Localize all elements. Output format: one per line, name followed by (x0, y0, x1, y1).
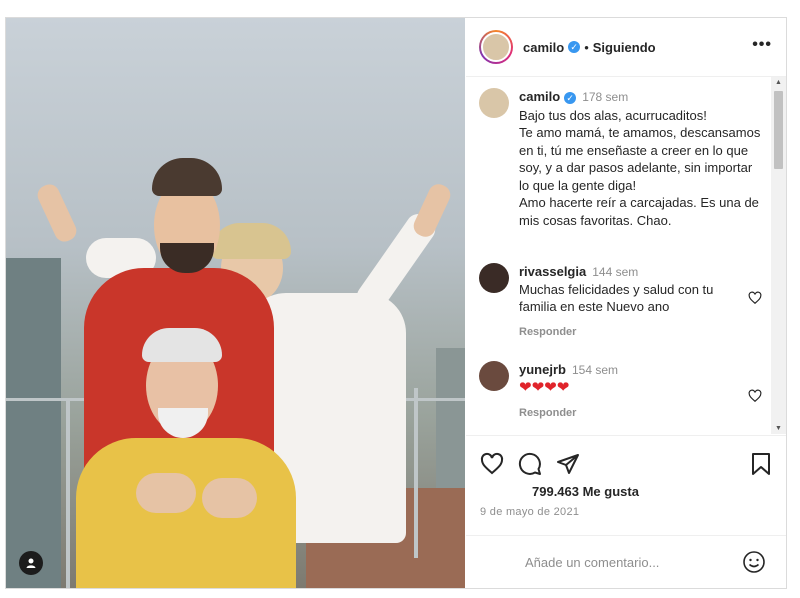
verified-badge-icon: ✓ (568, 41, 581, 53)
scroll-down-icon[interactable]: ▼ (775, 425, 782, 432)
like-comment-heart-icon[interactable] (748, 389, 762, 403)
comment-hearts: ❤❤❤❤ (519, 379, 734, 396)
likes-count[interactable]: 799.463 Me gusta (532, 484, 639, 499)
like-comment-heart-icon[interactable] (748, 291, 762, 305)
header-username[interactable]: camilo (523, 40, 564, 55)
comment-text: Muchas felicidades y salud con tu famili… (519, 282, 714, 314)
save-bookmark-icon[interactable] (750, 452, 772, 476)
reply-button[interactable]: Responder (519, 324, 734, 341)
comment-avatar[interactable] (479, 263, 509, 293)
user-icon (26, 558, 36, 568)
comment-text: ❤❤❤❤ (519, 379, 570, 396)
add-comment-input[interactable] (523, 554, 727, 571)
reply-button[interactable]: Responder (519, 405, 734, 422)
caption-time: 178 sem (582, 90, 629, 104)
comment-avatar[interactable] (479, 361, 509, 391)
comment-username[interactable]: rivasselgia (519, 264, 586, 279)
hand-peace-sign (34, 181, 80, 245)
scrollbar[interactable]: ▲ ▼ (771, 77, 786, 434)
like-heart-icon[interactable] (480, 452, 504, 476)
caption: camilo ✓ 178 sem Bajo tus dos alas, acurru… (479, 88, 764, 229)
older-man-hair (142, 328, 222, 362)
woman-hair (211, 223, 291, 259)
post-actions: 799.463 Me gusta 9 de mayo de 2021 (466, 435, 786, 536)
caption-avatar[interactable] (479, 88, 509, 118)
ellipsis-icon[interactable]: ••• (752, 36, 772, 54)
add-comment-bar (466, 535, 786, 589)
post-sidebar: camilo ✓ • Siguiendo ••• camilo ✓ 178 sem … (466, 18, 786, 588)
comments-scroll-area[interactable]: camilo ✓ 178 sem Bajo tus dos alas, acurru… (466, 77, 771, 434)
comment-time: 154 sem (571, 363, 618, 377)
background-building (6, 258, 61, 588)
separator-dot: • (584, 39, 589, 55)
verified-badge-icon: ✓ (564, 92, 577, 104)
comment-username[interactable]: yunejrb (519, 362, 566, 377)
hand-peace-sign (410, 180, 454, 241)
post-photo[interactable] (6, 18, 465, 588)
following-button[interactable]: Siguiendo (593, 40, 656, 55)
caption-username[interactable]: camilo (519, 89, 560, 104)
comment-time: 144 sem (592, 265, 639, 279)
story-ring[interactable] (479, 30, 513, 64)
comment-bubble-icon[interactable] (518, 452, 542, 476)
post-date: 9 de mayo de 2021 (480, 506, 580, 518)
background-building (436, 348, 465, 488)
comment-item: rivasselgia 144 sem Muchas felicidades y … (479, 263, 764, 341)
comment-item: yunejrb 154 sem ❤❤❤❤ Responder (479, 361, 764, 422)
avatar (481, 32, 511, 62)
caption-text: Bajo tus dos alas, acurrucaditos! Te amo… (519, 107, 761, 228)
hands-on-shoulder (136, 473, 196, 513)
railing-post (66, 398, 70, 588)
man-hair (152, 158, 222, 196)
share-paper-plane-icon[interactable] (556, 452, 580, 476)
scrollbar-thumb[interactable] (774, 91, 783, 169)
railing-post (414, 388, 418, 558)
scroll-up-icon[interactable]: ▲ (775, 79, 782, 86)
post-header: camilo ✓ • Siguiendo ••• (466, 18, 786, 77)
emoji-icon[interactable] (742, 550, 766, 574)
instagram-post: camilo ✓ • Siguiendo ••• camilo ✓ 178 sem … (5, 17, 787, 589)
tagged-users-button[interactable] (19, 551, 43, 575)
hands-on-shoulder (202, 478, 257, 518)
older-man-yellow-sweater (76, 438, 296, 588)
